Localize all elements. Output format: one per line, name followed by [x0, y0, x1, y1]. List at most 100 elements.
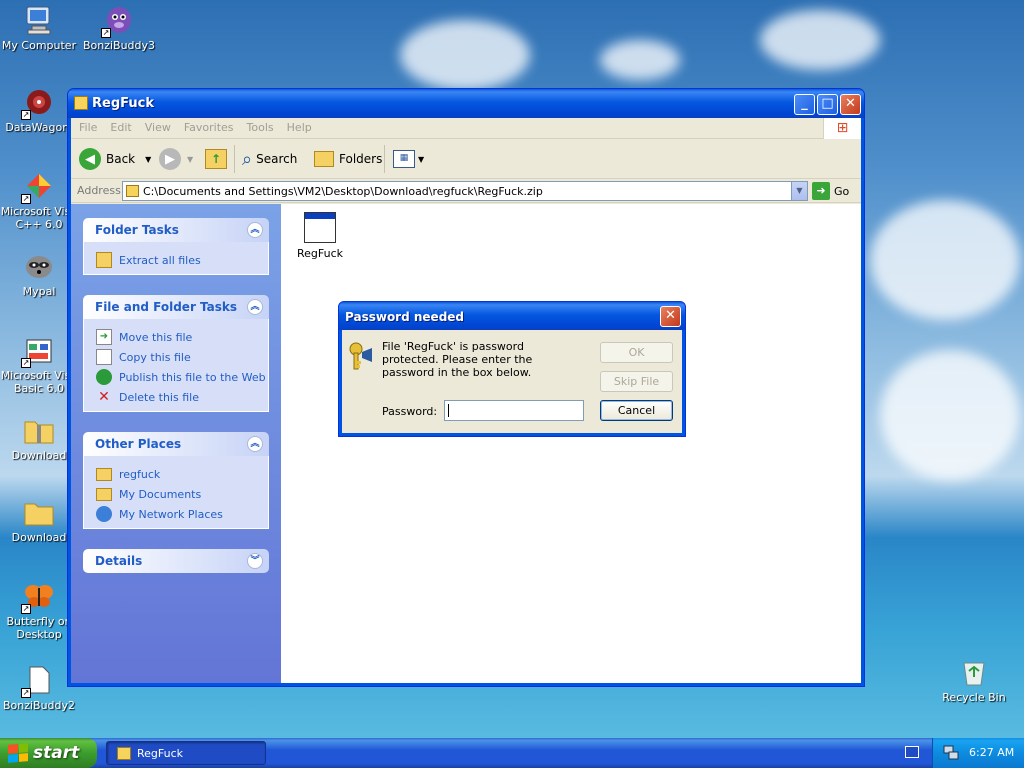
panel-title: Details [95, 554, 143, 568]
key-icon [347, 340, 377, 372]
task-label: Move this file [119, 330, 193, 344]
collapse-chevron-icon[interactable]: ︽ [247, 299, 263, 315]
extract-icon [96, 252, 112, 268]
taskbar-button-regfuck[interactable]: RegFuck [106, 741, 266, 765]
place-regfuck[interactable]: regfuck [96, 464, 268, 484]
forward-arrow-icon: ▶ [159, 148, 181, 170]
visual-cpp-icon: ↗ [21, 170, 55, 204]
bonzi-icon: ↗ [101, 4, 135, 38]
file-item[interactable]: RegFuck [295, 212, 345, 260]
menu-edit[interactable]: Edit [105, 118, 136, 137]
file-list-area: RegFuck [281, 204, 861, 683]
window-title: RegFuck [92, 96, 154, 111]
folder-tasks-panel: Folder Tasks ︽ Extract all files [83, 218, 269, 275]
place-my-documents[interactable]: My Documents [96, 484, 268, 504]
folders-icon [314, 151, 334, 167]
menu-tools[interactable]: Tools [242, 118, 279, 137]
task-delete-file[interactable]: ✕ Delete this file [96, 387, 268, 407]
desktop-icon-label: Recycle Bin [942, 691, 1006, 704]
collapse-chevron-icon[interactable]: ︽ [247, 436, 263, 452]
panel-title: Folder Tasks [95, 223, 179, 237]
start-label: start [33, 743, 80, 763]
other-places-header[interactable]: Other Places ︽ [83, 432, 269, 456]
menu-bar: File Edit View Favorites Tools Help ⊞ [71, 118, 861, 139]
back-arrow-icon: ◀ [79, 148, 101, 170]
start-button[interactable]: start [0, 738, 97, 768]
file-folder-tasks-header[interactable]: File and Folder Tasks ︽ [83, 295, 269, 319]
file-folder-tasks-panel: File and Folder Tasks ︽ ➜ Move this file… [83, 295, 269, 412]
go-arrow-icon: ➜ [812, 182, 830, 200]
task-label: Publish this file to the Web [119, 370, 266, 384]
desktop-icon-label: BonziBuddy2 [2, 699, 76, 712]
folder-tasks-header[interactable]: Folder Tasks ︽ [83, 218, 269, 242]
copy-icon [96, 349, 112, 365]
folder-up-icon: ↑ [205, 149, 227, 169]
shortcut-arrow-icon: ↗ [21, 358, 31, 368]
close-button[interactable]: ✕ [840, 94, 861, 115]
expand-chevron-icon[interactable]: ︾ [247, 553, 263, 569]
network-globe-icon [96, 506, 112, 522]
dialog-close-button[interactable]: ✕ [660, 306, 681, 327]
search-button[interactable]: ⌕ Search [242, 147, 297, 171]
shortcut-arrow-icon: ↗ [21, 110, 31, 120]
back-label: Back [106, 152, 136, 166]
text-caret [448, 404, 449, 417]
my-documents-icon [96, 487, 112, 501]
keyboard-icon[interactable] [905, 746, 919, 758]
toolbar: ◀ Back ▼ ▶ ▼ ↑ ⌕ Search Folders ▦ ▼ [71, 139, 861, 179]
desktop-icon-bonzibuddy3[interactable]: ↗ BonziBuddy3 [80, 4, 158, 52]
dialog-titlebar[interactable]: Password needed ✕ [339, 302, 685, 330]
ok-button[interactable]: OK [600, 342, 673, 363]
skip-file-button[interactable]: Skip File [600, 371, 673, 392]
details-header[interactable]: Details ︾ [83, 549, 269, 573]
address-value: C:\Documents and Settings\VM2\Desktop\Do… [143, 185, 543, 198]
collapse-chevron-icon[interactable]: ︽ [247, 222, 263, 238]
address-input[interactable]: C:\Documents and Settings\VM2\Desktop\Do… [122, 181, 808, 201]
task-copy-file[interactable]: Copy this file [96, 347, 268, 367]
desktop-icon-recycle-bin[interactable]: Recycle Bin [935, 656, 1013, 704]
globe-icon [96, 369, 112, 385]
menu-help[interactable]: Help [282, 118, 317, 137]
menu-file[interactable]: File [74, 118, 102, 137]
menu-favorites[interactable]: Favorites [179, 118, 239, 137]
task-move-file[interactable]: ➜ Move this file [96, 327, 268, 347]
go-button[interactable]: ➜ Go [812, 182, 849, 200]
maximize-button[interactable]: □ [817, 94, 838, 115]
password-input[interactable] [444, 400, 584, 421]
dialog-message: File 'RegFuck' is password protected. Pl… [382, 340, 533, 379]
visual-basic-icon: ↗ [21, 334, 55, 368]
shortcut-arrow-icon: ↗ [101, 28, 111, 38]
network-tray-icon[interactable] [943, 745, 959, 760]
place-label: regfuck [119, 467, 161, 481]
panel-title: File and Folder Tasks [95, 300, 238, 314]
desktop-icon-my-computer[interactable]: My Computer [0, 4, 78, 52]
system-tray: 6:27 AM [932, 738, 1024, 768]
search-label: Search [256, 152, 298, 166]
task-extract-all[interactable]: Extract all files [96, 250, 268, 270]
task-pane: Folder Tasks ︽ Extract all files File an… [71, 204, 281, 683]
back-button[interactable]: ◀ Back ▼ [79, 147, 151, 171]
task-label: Extract all files [119, 253, 201, 267]
place-my-network-places[interactable]: My Network Places [96, 504, 268, 524]
up-button[interactable]: ↑ [205, 147, 227, 171]
minimize-button[interactable]: _ [794, 94, 815, 115]
move-icon: ➜ [96, 329, 112, 345]
chevron-down-icon: ▼ [418, 154, 425, 164]
password-dialog: Password needed ✕ File 'RegFuck' is pass… [338, 301, 686, 437]
go-label: Go [834, 184, 850, 198]
task-publish-web[interactable]: Publish this file to the Web [96, 367, 268, 387]
views-button[interactable]: ▦ ▼ [393, 147, 424, 171]
windows-flag-icon [8, 743, 28, 763]
shortcut-arrow-icon: ↗ [21, 604, 31, 614]
folders-label: Folders [339, 152, 383, 166]
menu-view[interactable]: View [140, 118, 176, 137]
clock[interactable]: 6:27 AM [969, 746, 1014, 759]
cancel-button[interactable]: Cancel [600, 400, 673, 421]
address-dropdown-button[interactable]: ▼ [791, 182, 807, 200]
window-titlebar[interactable]: RegFuck _ □ ✕ [68, 89, 864, 118]
windows-logo-icon: ⊞ [823, 118, 861, 139]
forward-button[interactable]: ▶ ▼ [159, 147, 193, 171]
chevron-down-icon: ▼ [145, 154, 152, 164]
folders-button[interactable]: Folders [314, 147, 382, 171]
chevron-down-icon: ▼ [187, 154, 194, 164]
